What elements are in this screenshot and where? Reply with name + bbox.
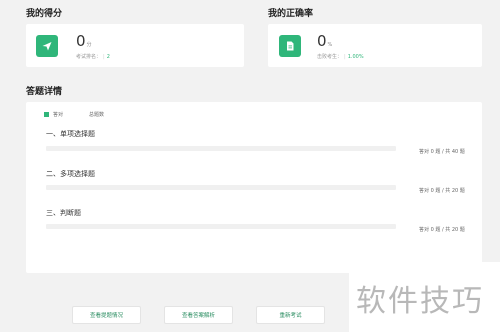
score-rank-value: 2 — [106, 54, 110, 60]
score-rank-line: 考试排名： | 2 — [76, 54, 110, 60]
retake-exam-button[interactable]: 重新考试 — [256, 306, 325, 324]
document-icon — [279, 35, 301, 57]
accuracy-beat-line: 击败考生： | 1.00% — [317, 54, 364, 60]
legend-correct-swatch — [44, 112, 49, 117]
group-progress-single-choice — [46, 146, 396, 151]
details-card: 答对 总题数 一、单项选择题 答对 0 题 / 共 40 题 二、多项选择题 答… — [26, 102, 482, 273]
group-progress-multiple-choice — [46, 185, 396, 190]
accuracy-value: 0 — [317, 32, 327, 50]
details-section-title: 答题详情 — [26, 87, 63, 97]
score-unit: 分 — [86, 42, 92, 48]
group-stat-true-false: 答对 0 题 / 共 20 题 — [419, 227, 465, 233]
watermark-text: 软件技巧 — [356, 284, 484, 319]
details-legend: 答对 总题数 — [44, 111, 104, 118]
group-progress-true-false — [46, 224, 396, 229]
group-stat-multiple-choice: 答对 0 题 / 共 20 题 — [419, 188, 465, 194]
send-icon — [36, 35, 58, 57]
score-card: 0分 考试排名： | 2 — [26, 24, 244, 67]
group-title-multiple-choice: 二、多项选择题 — [46, 170, 95, 178]
legend-total-label: 总题数 — [89, 112, 105, 118]
group-title-single-choice: 一、单项选择题 — [46, 130, 95, 138]
accuracy-value-group: 0% — [317, 34, 332, 49]
group-title-true-false: 三、判断题 — [46, 209, 81, 217]
score-rank-label: 考试排名： — [76, 54, 102, 60]
score-value-group: 0分 — [76, 34, 92, 49]
score-section-title: 我的得分 — [26, 9, 63, 19]
score-value: 0 — [76, 32, 86, 50]
legend-correct-label: 答对 — [53, 112, 64, 118]
accuracy-unit: % — [327, 42, 333, 48]
view-analysis-button[interactable]: 查看答案解析 — [164, 306, 233, 324]
accuracy-section-title: 我的正确率 — [268, 9, 314, 19]
accuracy-beat-label: 击败考生： — [317, 54, 343, 60]
group-stat-single-choice: 答对 0 题 / 共 40 题 — [419, 149, 465, 155]
accuracy-beat-value: 1.00% — [347, 54, 364, 60]
view-answers-button[interactable]: 查看提题情况 — [72, 306, 141, 324]
accuracy-card: 0% 击败考生： | 1.00% — [268, 24, 482, 67]
